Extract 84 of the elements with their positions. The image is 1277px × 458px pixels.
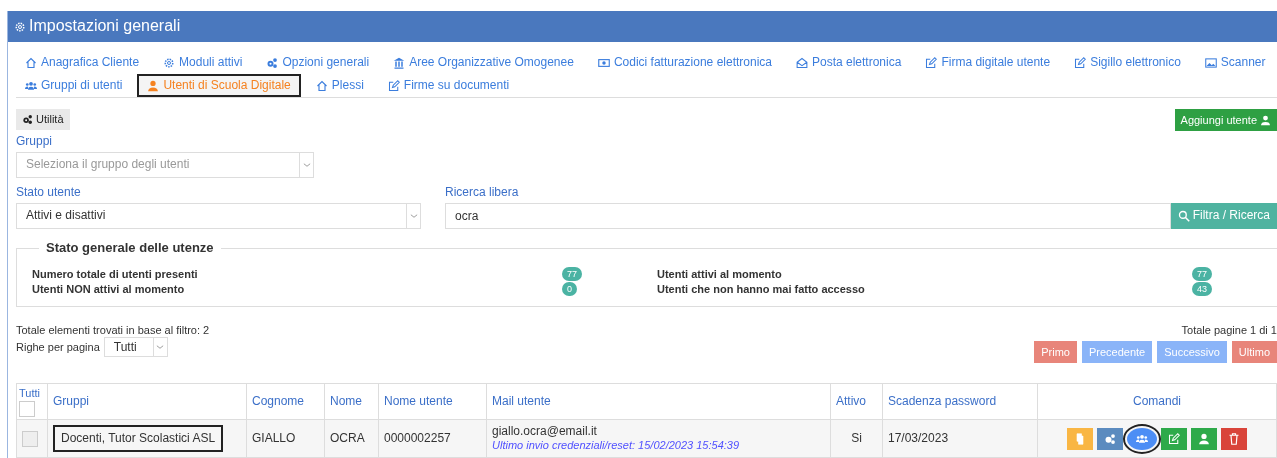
pager-button[interactable]: Ultimo bbox=[1231, 341, 1277, 364]
credentials-note: Ultimo invio credenziali/reset: 15/02/2023 15:54:39 bbox=[492, 439, 741, 454]
column-header: Gruppi bbox=[53, 394, 90, 409]
users-icon bbox=[25, 79, 37, 92]
field-label: Righe per pagina bbox=[16, 340, 100, 355]
tab[interactable]: Scanner bbox=[1195, 51, 1275, 74]
tab[interactable]: Gruppi di utenti bbox=[16, 74, 132, 97]
user-icon bbox=[1260, 114, 1271, 126]
gear-icon bbox=[14, 20, 26, 33]
copy-button[interactable] bbox=[1067, 427, 1093, 450]
column-header: Scadenza password bbox=[888, 394, 997, 409]
table-cell: Docenti, Tutor Scolastici ASL bbox=[53, 425, 224, 453]
users-icon bbox=[1136, 432, 1148, 445]
user-icon bbox=[147, 79, 160, 92]
count-badge: 77 bbox=[562, 267, 582, 281]
pager-button[interactable]: Primo bbox=[1034, 341, 1077, 364]
table-cell: 0000002257 bbox=[384, 431, 451, 446]
tab[interactable]: Codici fatturazione elettronica bbox=[588, 51, 781, 74]
edit-icon bbox=[925, 56, 938, 69]
table-cell: Si bbox=[851, 431, 862, 446]
rows-per-page-select[interactable]: Tutti bbox=[103, 337, 168, 358]
count-badge: 0 bbox=[562, 282, 577, 296]
banknote-icon bbox=[597, 56, 610, 69]
tab[interactable]: Utenti di Scuola Digitale bbox=[137, 74, 301, 97]
caret-icon bbox=[408, 211, 419, 221]
envelope-icon bbox=[796, 56, 808, 69]
select-all-label: Tutti bbox=[19, 386, 41, 401]
column-header: Comandi bbox=[1133, 394, 1181, 409]
stat-label: Numero totale di utenti presenti bbox=[32, 267, 199, 281]
table-cell: GIALLO bbox=[252, 431, 296, 446]
edit-icon bbox=[387, 79, 400, 92]
edit-icon bbox=[1074, 56, 1087, 69]
copy-icon bbox=[1074, 432, 1086, 445]
tab[interactable]: Anagrafica Cliente bbox=[16, 51, 149, 74]
column-header: Cognome bbox=[252, 394, 305, 409]
results-count: Totale elementi trovati in base al filtro: 2 bbox=[16, 323, 210, 338]
tab[interactable]: Moduli attivi bbox=[154, 51, 252, 74]
status-select[interactable]: Attivi e disattivi bbox=[16, 203, 421, 229]
bank-icon bbox=[393, 56, 406, 69]
gear-icon bbox=[163, 56, 176, 69]
caret-icon bbox=[301, 160, 312, 170]
search-icon bbox=[1177, 210, 1190, 222]
tab[interactable]: Aree Organizzative Omogenee bbox=[384, 51, 583, 74]
trash-button[interactable] bbox=[1221, 427, 1247, 450]
column-header: Attivo bbox=[836, 394, 866, 409]
column-header: Mail utente bbox=[492, 394, 551, 409]
tab[interactable]: Opzioni generali bbox=[257, 51, 379, 74]
add-user-button[interactable]: Aggiungi utente bbox=[1174, 109, 1277, 131]
window-title: Impostazioni generali bbox=[29, 16, 181, 37]
home-icon bbox=[25, 56, 37, 69]
gears-button[interactable] bbox=[1097, 427, 1123, 450]
field-label: Ricerca libera bbox=[445, 185, 520, 199]
tab[interactable]: Plessi bbox=[306, 74, 373, 97]
field-label: Stato utente bbox=[16, 185, 82, 199]
tab[interactable]: Sigillo elettronico bbox=[1065, 51, 1190, 74]
stat-label: Utenti che non hanno mai fatto accesso bbox=[657, 282, 866, 296]
checkbox[interactable] bbox=[22, 430, 38, 447]
tab[interactable]: Firme su documenti bbox=[378, 74, 519, 97]
users-button[interactable] bbox=[1127, 427, 1157, 450]
group-select[interactable]: Seleziona il gruppo degli utenti bbox=[16, 152, 314, 178]
count-badge: 77 bbox=[1192, 267, 1212, 281]
column-header: Nome bbox=[330, 394, 362, 409]
field-label: Gruppi bbox=[16, 134, 54, 148]
column-header: Nome utente bbox=[384, 394, 453, 409]
search-field[interactable]: ocra bbox=[445, 203, 1171, 229]
table-cell: 17/03/2023 bbox=[888, 431, 949, 446]
stat-label: Utenti attivi al momento bbox=[657, 267, 783, 281]
filter-button[interactable]: Filtra / Ricerca bbox=[1170, 203, 1277, 229]
tab[interactable]: Firma digitale utente bbox=[916, 51, 1060, 74]
tab[interactable]: Posta elettronica bbox=[787, 51, 911, 74]
email-text: giallo.ocra@email.it bbox=[492, 424, 598, 440]
trash-icon bbox=[1228, 432, 1240, 445]
home-icon bbox=[315, 79, 328, 92]
stat-label: Utenti NON attivi al momento bbox=[32, 282, 186, 296]
user-button[interactable] bbox=[1191, 427, 1217, 450]
page-count: Totale pagine 1 di 1 bbox=[1181, 323, 1277, 338]
utility-button[interactable]: Utilità bbox=[16, 109, 70, 130]
user-icon bbox=[1198, 432, 1210, 445]
count-badge: 43 bbox=[1192, 282, 1212, 296]
edit-button[interactable] bbox=[1161, 427, 1187, 450]
image-icon bbox=[1204, 56, 1217, 69]
table-cell: OCRA bbox=[330, 431, 365, 446]
checkbox[interactable] bbox=[19, 400, 35, 417]
edit-icon bbox=[1168, 432, 1180, 445]
